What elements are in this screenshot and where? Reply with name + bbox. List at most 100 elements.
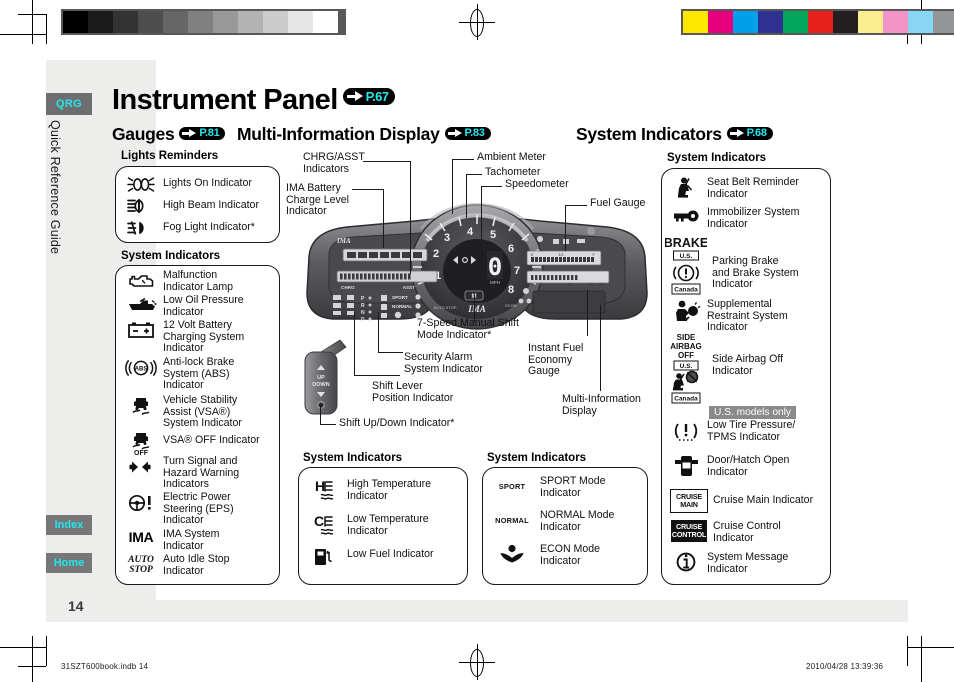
side-airbag-off-icon: SIDE AIRBAG OFF U.S. Canada: [665, 332, 707, 404]
shift-lever-up-label: UP: [317, 375, 325, 381]
sidebar-button-home-label: Home: [53, 557, 85, 569]
list-item-high-temperature: H High Temperature Indicator: [308, 477, 468, 503]
crop-mark-bottom-left-h: [0, 647, 46, 648]
page-ref-badge-title[interactable]: P.67: [342, 87, 396, 105]
grey-swatch-2: [113, 11, 138, 33]
low-fuel-icon: [308, 546, 340, 568]
svg-text:BRAKE: BRAKE: [665, 236, 707, 250]
color-swatch-9: [908, 11, 933, 33]
list-item-label: Electric Power Steering (EPS) Indicator: [163, 491, 234, 527]
svg-text:1/2: 1/2: [558, 252, 564, 257]
color-swatch-1: [708, 11, 733, 33]
normal-mode-icon: NORMAL: [490, 511, 534, 529]
leader-ambient-h: [452, 159, 474, 160]
sidebar-button-home[interactable]: Home: [46, 553, 92, 573]
chrg-label: CHRG: [341, 285, 355, 290]
crop-mark-top-left-h2: [18, 14, 46, 15]
leader-ima-batt-h: [352, 189, 384, 190]
list-item-label: ECON Mode Indicator: [540, 543, 601, 567]
list-item-srs: Supplemental Restraint System Indicator: [670, 298, 830, 334]
eps-icon: [124, 492, 158, 514]
list-item-vsa-off: OFF VSA® OFF Indicator: [124, 432, 279, 456]
list-item-label: Cruise Main Indicator: [713, 494, 814, 506]
svg-text:MPG: MPG: [587, 283, 595, 287]
list-item-label: High Temperature Indicator: [347, 478, 432, 502]
sidebar-button-index[interactable]: Index: [46, 515, 92, 535]
list-item-label: Low Tire Pressure/ TPMS Indicator: [707, 419, 796, 443]
sidebar-tab-qrg[interactable]: QRG: [46, 93, 92, 115]
list-item-label: Fog Light Indicator*: [163, 221, 255, 233]
svg-text:Canada: Canada: [674, 396, 698, 403]
cruise-main-icon: CRUISE MAIN: [670, 489, 708, 513]
grey-swatch-9: [288, 11, 313, 33]
list-item-lights-on: Lights On Indicator: [126, 176, 276, 193]
list-item-label: High Beam Indicator: [163, 199, 259, 211]
registration-mark-bottom: [459, 644, 495, 680]
svg-text:ECON: ECON: [505, 303, 517, 308]
callout-ambient-meter: Ambient Meter: [477, 151, 546, 163]
color-calibration-bar: [681, 9, 954, 35]
list-item-low-oil-pressure: Low Oil Pressure Indicator: [124, 294, 279, 318]
list-item-high-beam: High Beam Indicator: [126, 198, 276, 215]
list-item-cruise-main: CRUISE MAIN Cruise Main Indicator: [670, 489, 835, 513]
callout-speedometer: Speedometer: [505, 178, 569, 190]
list-item-label: SPORT Mode Indicator: [540, 475, 606, 499]
parking-brake-icon: BRAKE U.S. Canada: [665, 236, 707, 298]
crop-mark-bottom-left-v: [32, 636, 33, 682]
list-item-label: Parking Brake and Brake System Indicator: [712, 255, 799, 291]
list-item-label: Immobilizer System Indicator: [707, 206, 800, 230]
list-item-label: Auto Idle Stop Indicator: [163, 553, 230, 577]
cruise-control-icon-box: CRUISE CONTROL: [671, 520, 707, 542]
svg-text:50: 50: [567, 283, 571, 287]
svg-text:Canada: Canada: [674, 287, 698, 294]
leader-fuel-v: [565, 205, 566, 251]
list-item-normal-mode: NORMAL NORMAL Mode Indicator: [490, 509, 648, 533]
list-item-label: Turn Signal and Hazard Warning Indicator…: [163, 455, 240, 491]
page-ref-badge-sys[interactable]: P.68: [726, 126, 773, 140]
tach-number-2: 2: [433, 248, 439, 260]
tach-number-5: 5: [490, 229, 496, 241]
page-ref-badge-gauges[interactable]: P.81: [179, 126, 226, 140]
callout-manual-shift-mode: 7-Speed Manual Shift Mode Indicator*: [417, 317, 519, 341]
list-item-label: NORMAL Mode Indicator: [540, 509, 615, 533]
svg-text:AUTO: AUTO: [127, 555, 154, 565]
high-beam-icon: [126, 198, 156, 215]
section-heading-mid-text: Multi-Information Display: [237, 124, 440, 144]
callout-multi-info-display: Multi-Information Display: [562, 393, 641, 417]
asst-label: ASST: [403, 285, 415, 290]
list-item-label: VSA® OFF Indicator: [163, 434, 260, 446]
leader-security-h: [378, 352, 403, 353]
callout-shift-lever-position: Shift Lever Position Indicator: [372, 380, 454, 404]
leader-speedo-v: [481, 186, 482, 261]
leader-shift-updown-h: [320, 424, 336, 425]
callout-tachometer: Tachometer: [485, 166, 541, 178]
svg-text:E: E: [531, 252, 534, 257]
callout-fuel-gauge: Fuel Gauge: [590, 197, 646, 209]
footer-timestamp: 2010/04/28 13:39:36: [806, 662, 884, 671]
shift-lever-down-label: DOWN: [312, 382, 329, 388]
list-item-label: IMA System Indicator: [163, 528, 220, 552]
shift-position-d: D: [361, 317, 365, 323]
svg-text:U.S.: U.S.: [680, 253, 693, 260]
svg-text:H: H: [315, 478, 325, 494]
normal-mode-icon-text: NORMAL: [495, 515, 529, 525]
ima-icon: IMA: [124, 528, 158, 546]
list-item-vsa: Vehicle Stability Assist (VSA®) System I…: [124, 394, 279, 430]
callout-ima-battery-charge: IMA Battery Charge Level Indicator: [286, 182, 350, 218]
info-icon: [670, 550, 702, 574]
svg-text:100: 100: [597, 283, 603, 287]
list-item-low-fuel: Low Fuel Indicator: [308, 546, 468, 568]
srs-airbag-icon: [670, 298, 702, 324]
callout-instant-fuel-economy: Instant Fuel Economy Gauge: [528, 342, 584, 378]
list-item-label: Supplemental Restraint System Indicator: [707, 298, 788, 334]
shift-position-n: N: [361, 310, 365, 316]
list-item-fog-light: Fog Light Indicator*: [126, 220, 276, 237]
list-item-label: System Message Indicator: [707, 551, 789, 575]
footer-file-name: 31SZT600book.indb 14: [61, 662, 149, 671]
list-item-label: Vehicle Stability Assist (VSA®) System I…: [163, 394, 242, 430]
crop-mark-bottom-right-v2: [907, 636, 908, 666]
auto-idle-stop-icon: AUTO STOP: [124, 553, 158, 575]
list-item-parking-brake: BRAKE U.S. Canada Parking Brake and Brak…: [665, 236, 830, 298]
svg-text:STOP: STOP: [129, 565, 153, 575]
page-ref-badge-mid[interactable]: P.83: [444, 126, 491, 140]
